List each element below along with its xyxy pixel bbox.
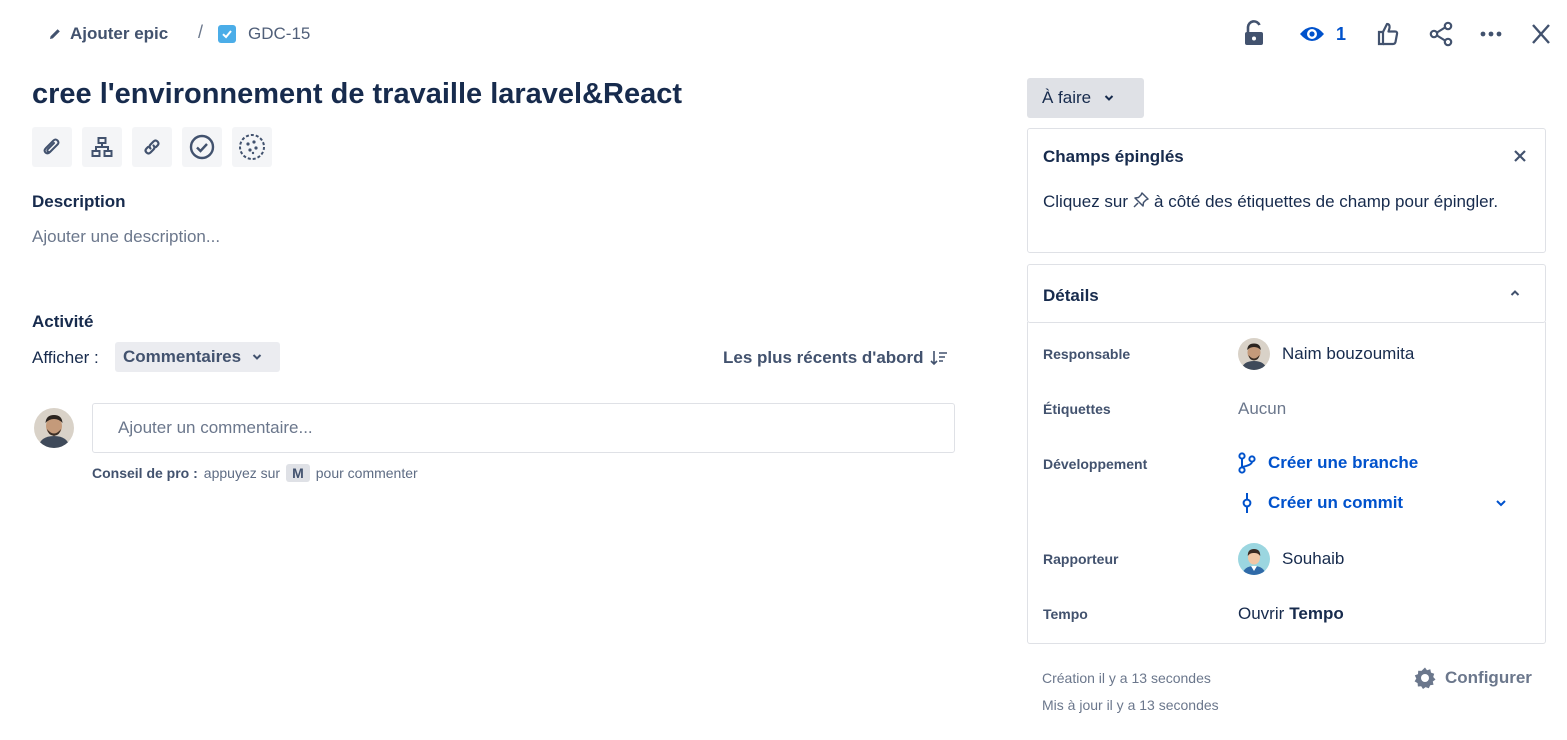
attachment-icon[interactable] <box>32 127 72 167</box>
details-title: Détails <box>1043 286 1099 305</box>
watch-button[interactable]: 1 <box>1298 18 1346 50</box>
lock-icon[interactable] <box>1242 18 1266 50</box>
pin-icon <box>1132 191 1150 209</box>
pinned-hint-before: Cliquez sur <box>1043 192 1129 211</box>
description-field[interactable]: Ajouter une description... <box>32 227 220 247</box>
add-epic-label: Ajouter epic <box>70 24 169 43</box>
assignee-avatar <box>1238 338 1270 370</box>
issue-key-link[interactable]: GDC-15 <box>218 22 310 46</box>
activity-heading: Activité <box>32 312 94 331</box>
issue-toolbar <box>32 127 272 167</box>
status-dropdown[interactable]: À faire <box>1027 78 1144 118</box>
create-branch-link[interactable]: Créer une branche <box>1238 452 1418 474</box>
pro-tip-label: Conseil de pro : <box>92 465 198 481</box>
activity-filter-value: Commentaires <box>123 347 242 366</box>
assignee-name: Naim bouzoumita <box>1282 344 1415 363</box>
breadcrumb-separator: / <box>198 22 204 42</box>
open-tempo-name: Tempo <box>1289 604 1344 623</box>
child-issues-icon[interactable] <box>82 127 122 167</box>
commit-icon <box>1238 492 1256 514</box>
more-icon[interactable] <box>1478 18 1504 50</box>
link-icon[interactable] <box>132 127 172 167</box>
status-label: À faire <box>1042 88 1092 107</box>
pencil-icon <box>48 27 62 41</box>
details-header[interactable]: Détails <box>1027 264 1546 323</box>
updated-timestamp: Mis à jour il y a 13 secondes <box>1042 697 1219 713</box>
development-label: Développement <box>1043 456 1148 472</box>
create-commit-label: Créer un commit <box>1268 493 1404 512</box>
labels-value[interactable]: Aucun <box>1238 399 1286 419</box>
close-icon[interactable] <box>1513 149 1527 163</box>
reporter-label: Rapporteur <box>1043 551 1119 567</box>
create-commit-link[interactable]: Créer un commit <box>1238 492 1403 514</box>
gear-icon <box>1413 666 1437 690</box>
pinned-fields-title: Champs épinglés <box>1043 147 1184 166</box>
description-heading: Description <box>32 192 126 211</box>
reporter-avatar <box>1238 543 1270 575</box>
assignee-field[interactable]: Naim bouzoumita <box>1238 338 1414 370</box>
sort-order-button[interactable]: Les plus récents d'abord <box>723 348 948 368</box>
chevron-down-icon[interactable] <box>1494 496 1508 510</box>
watchers-count: 1 <box>1336 23 1347 44</box>
issue-title[interactable]: cree l'environnement de travaille larave… <box>32 78 682 111</box>
comment-input[interactable]: Ajouter un commentaire... <box>92 403 955 453</box>
apps-icon[interactable] <box>232 127 272 167</box>
sort-order-label: Les plus récents d'abord <box>723 348 924 367</box>
share-icon[interactable] <box>1428 18 1454 50</box>
assignee-label: Responsable <box>1043 346 1131 362</box>
pro-tip-after: pour commenter <box>315 465 418 481</box>
pinned-hint-after: à côté des étiquettes de champ pour épin… <box>1154 192 1499 211</box>
pinned-fields-panel: Champs épinglés Cliquez sur à côté des ét… <box>1027 128 1546 253</box>
details-panel: Responsable Naim bouzoumita Étiquettes A… <box>1027 322 1546 644</box>
chevron-down-icon <box>251 351 263 363</box>
issue-key: GDC-15 <box>248 24 311 43</box>
eye-icon <box>1298 24 1326 44</box>
pro-tip-before: appuyez sur <box>203 465 281 481</box>
reporter-field[interactable]: Souhaib <box>1238 543 1344 575</box>
create-branch-label: Créer une branche <box>1268 453 1419 472</box>
configure-button[interactable]: Configurer <box>1413 666 1532 690</box>
reporter-name: Souhaib <box>1282 549 1345 568</box>
chevron-up-icon[interactable] <box>1509 287 1521 299</box>
created-timestamp: Création il y a 13 secondes <box>1042 670 1211 686</box>
sort-descending-icon <box>929 349 948 367</box>
close-icon[interactable] <box>1530 18 1552 50</box>
activity-filter-select[interactable]: Commentaires <box>115 342 280 372</box>
branch-icon <box>1238 452 1256 474</box>
pinned-fields-hint: Cliquez sur à côté des étiquettes de cham… <box>1043 189 1503 214</box>
pro-tip-key: M <box>286 464 310 482</box>
open-tempo-link[interactable]: Ouvrir Tempo <box>1238 604 1344 624</box>
open-tempo-prefix: Ouvrir <box>1238 604 1285 623</box>
chevron-down-icon <box>1103 92 1115 104</box>
current-user-avatar <box>34 408 74 448</box>
like-icon[interactable] <box>1375 18 1401 50</box>
labels-label: Étiquettes <box>1043 401 1111 417</box>
pro-tip: Conseil de pro : appuyez sur M pour comm… <box>92 464 418 482</box>
check-circle-icon[interactable] <box>182 127 222 167</box>
add-epic-link[interactable]: Ajouter epic <box>48 22 168 46</box>
show-label: Afficher : <box>32 348 99 367</box>
configure-label: Configurer <box>1445 668 1532 687</box>
task-type-icon <box>218 25 236 43</box>
tempo-label: Tempo <box>1043 606 1088 622</box>
